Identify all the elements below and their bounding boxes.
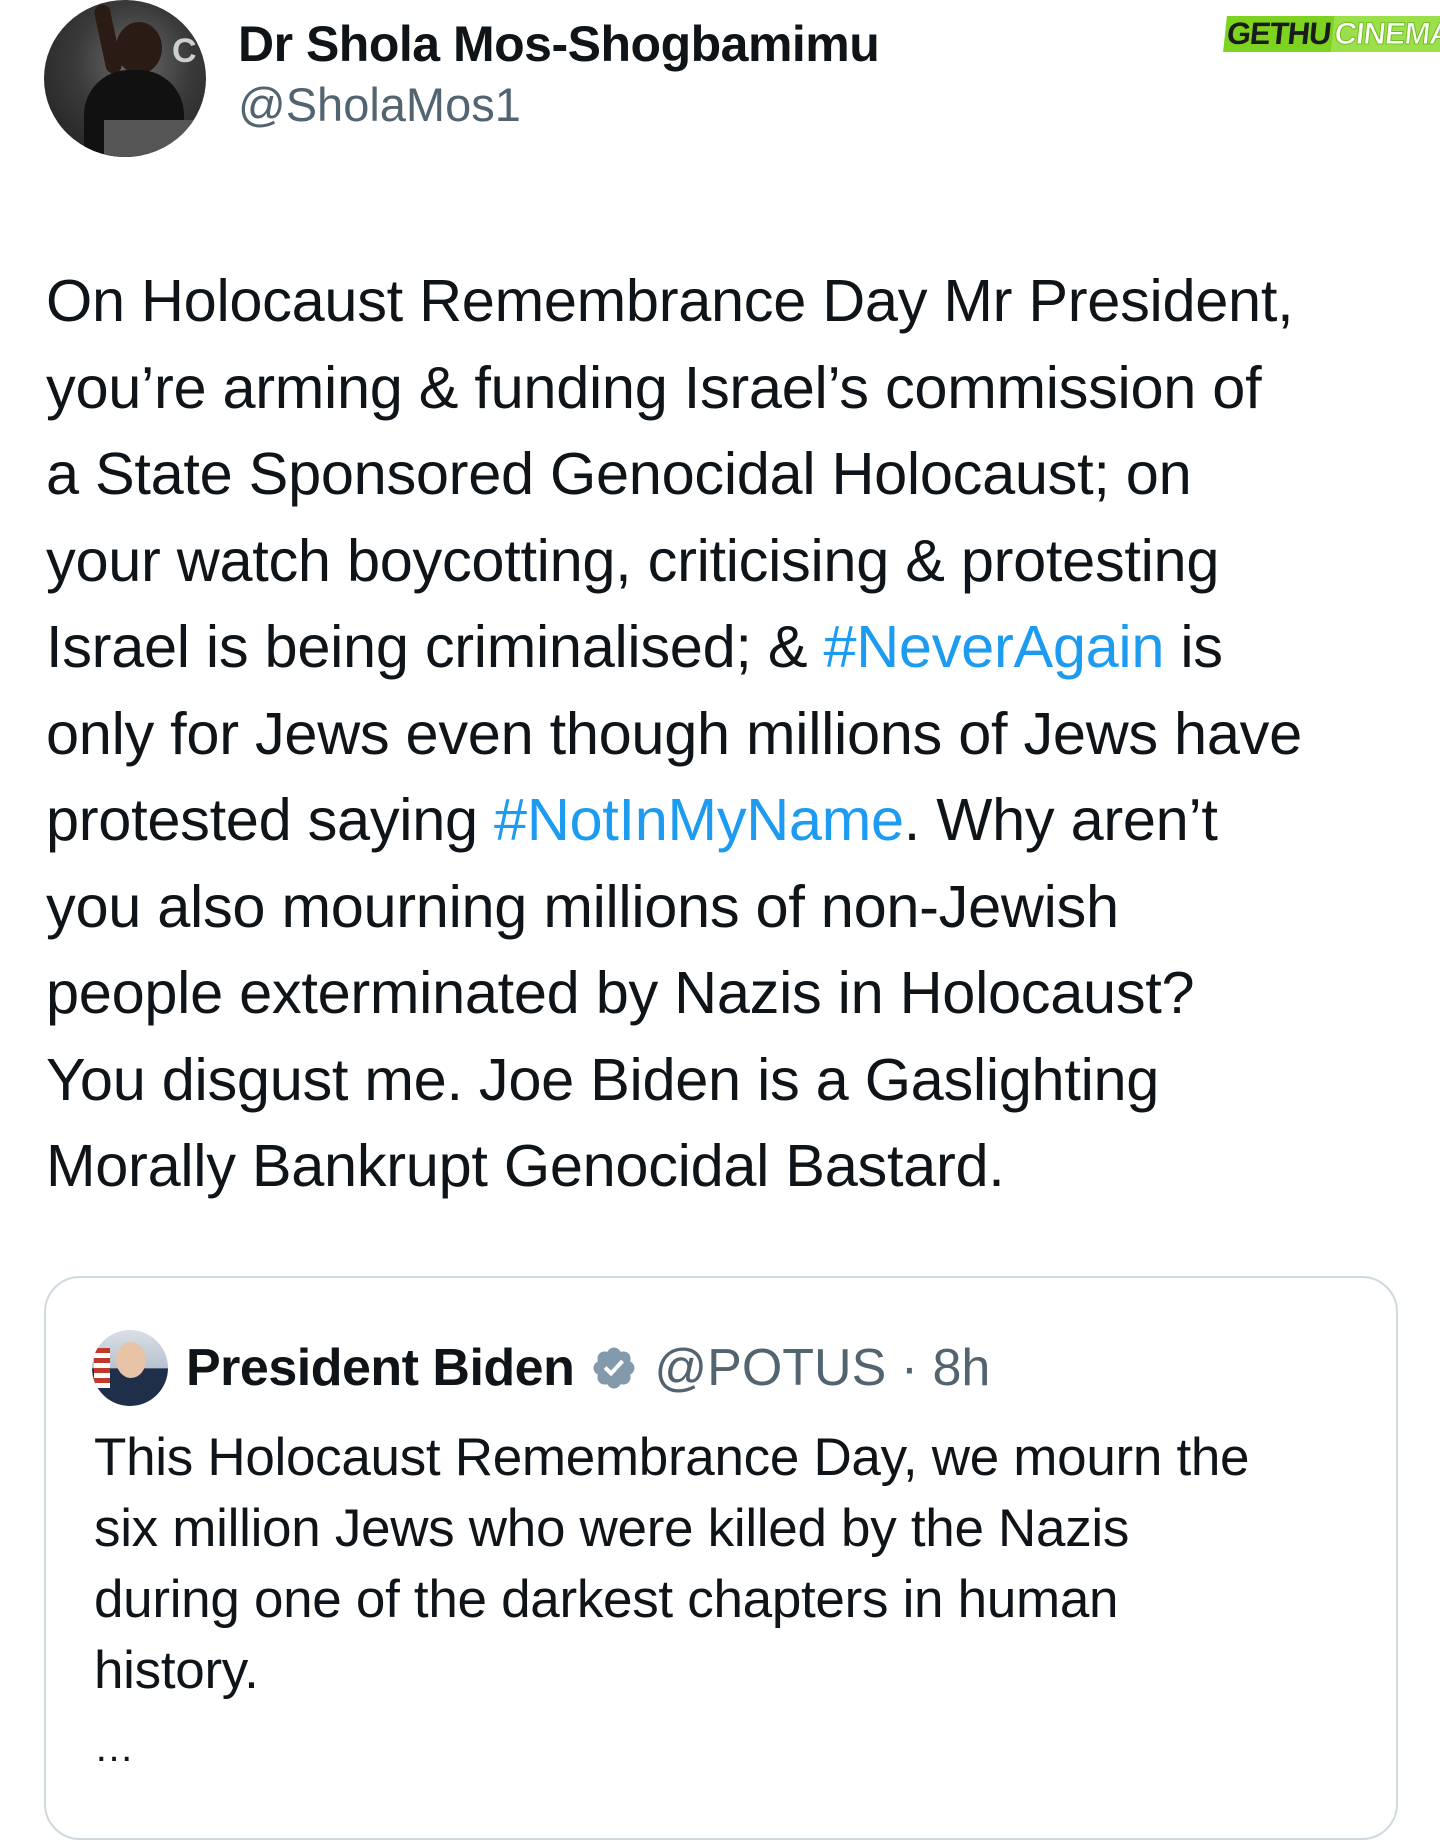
avatar-podium xyxy=(104,120,194,157)
avatar-flag xyxy=(94,1348,110,1388)
avatar-face xyxy=(116,1342,146,1378)
quoted-tweet-header: President Biden @POTUS · 8h xyxy=(92,1328,990,1408)
quoted-tweet-card[interactable]: President Biden @POTUS · 8h This Holocau… xyxy=(44,1276,1398,1840)
watermark-part1: GETHU xyxy=(1223,16,1335,52)
author-handle[interactable]: @SholaMos1 xyxy=(238,76,879,134)
tweet-header: C Dr Shola Mos-Shogbamimu @SholaMos1 xyxy=(44,0,880,160)
watermark-part2: CINEMA xyxy=(1330,16,1440,52)
verified-badge-icon xyxy=(593,1347,635,1389)
hashtag-never-again[interactable]: #NeverAgain xyxy=(823,613,1164,680)
author-names: Dr Shola Mos-Shogbamimu @SholaMos1 xyxy=(238,14,880,134)
avatar-head xyxy=(116,22,162,74)
quoted-author-handle-time[interactable]: @POTUS · 8h xyxy=(654,1338,990,1398)
author-display-name[interactable]: Dr Shola Mos-Shogbamimu xyxy=(238,14,880,74)
watermark-logo: GETHU CINEMA xyxy=(1222,10,1440,58)
quoted-author-name[interactable]: President Biden xyxy=(186,1338,575,1398)
hashtag-not-in-my-name[interactable]: #NotInMyName xyxy=(494,786,904,853)
tweet-body: On Holocaust Remembrance Day Mr Presiden… xyxy=(46,258,1416,1210)
avatar-sign-text: C xyxy=(172,32,197,70)
author-avatar[interactable]: C xyxy=(44,0,206,157)
quoted-author-avatar[interactable] xyxy=(92,1330,168,1406)
quoted-tweet-body: This Holocaust Remembrance Day, we mourn… xyxy=(94,1428,1250,1700)
more-ellipsis[interactable]: … xyxy=(94,1726,136,1771)
